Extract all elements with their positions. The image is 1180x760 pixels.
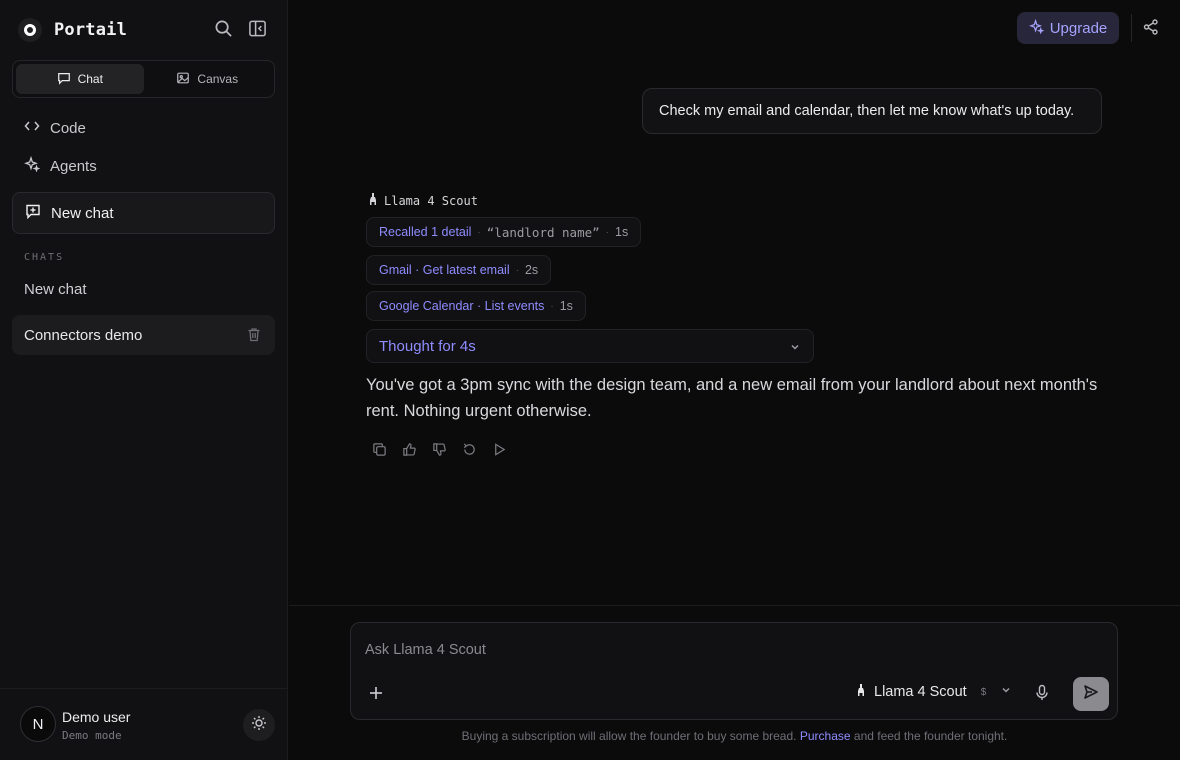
purchase-link[interactable]: Purchase — [800, 729, 851, 743]
mode-switch: Chat Canvas — [12, 60, 275, 98]
footer-note: Buying a subscription will allow the fou… — [289, 729, 1180, 743]
header-divider — [1131, 14, 1132, 42]
nav-agents-label: Agents — [50, 157, 97, 175]
send-icon — [1083, 684, 1099, 705]
tool-call-label: Recalled 1 detail — [379, 225, 472, 239]
chevron-down-icon — [789, 340, 801, 357]
assistant-model-name: Llama 4 Scout — [384, 193, 478, 208]
image-icon — [176, 71, 190, 88]
footer-text-before: Buying a subscription will allow the fou… — [461, 729, 797, 743]
separator-dot: · — [515, 264, 519, 276]
chat-title: Connectors demo — [24, 326, 143, 344]
sun-icon — [251, 715, 267, 736]
upgrade-label: Upgrade — [1049, 19, 1108, 37]
llama-icon — [368, 193, 378, 208]
copy-icon[interactable] — [370, 440, 388, 458]
sparkles-icon — [24, 155, 41, 176]
composer-divider — [289, 605, 1180, 606]
footer-text-after: and feed the founder tonight. — [853, 729, 1008, 743]
thought-label: Thought for 4s — [379, 337, 476, 355]
thumbs-down-icon[interactable] — [430, 440, 448, 458]
sidebar: Portail Chat Canvas Code Agents New chat… — [0, 0, 288, 760]
assistant-answer: You've got a 3pm sync with the design te… — [366, 376, 1098, 420]
nav-agents[interactable]: Agents — [12, 149, 275, 183]
user-profile[interactable]: N Demo user Demo mode — [0, 688, 288, 760]
new-chat-label: New chat — [51, 204, 114, 222]
message-input[interactable] — [365, 639, 1065, 661]
collapse-sidebar-icon[interactable] — [247, 18, 267, 38]
tab-canvas-label: Canvas — [197, 72, 239, 86]
app-name: Portail — [54, 20, 128, 40]
tool-call-memory[interactable]: Recalled 1 detail · “landlord name” · 1s — [366, 217, 642, 247]
microphone-icon[interactable] — [1034, 684, 1050, 707]
chat-list-item[interactable]: New chat — [12, 269, 275, 309]
brand[interactable]: Portail — [18, 16, 127, 44]
llama-icon — [856, 684, 866, 700]
thumbs-up-icon[interactable] — [400, 440, 418, 458]
model-selector[interactable]: Llama 4 Scout $ — [856, 684, 1012, 700]
search-icon[interactable] — [213, 18, 233, 38]
composer: Llama 4 Scout $ — [350, 622, 1118, 720]
theme-toggle-button[interactable] — [243, 709, 275, 741]
thought-disclosure[interactable]: Thought for 4s — [366, 329, 814, 363]
new-chat-button[interactable]: New chat — [12, 192, 275, 234]
nav-code-label: Code — [50, 119, 86, 137]
regenerate-icon[interactable] — [460, 440, 478, 458]
play-icon[interactable] — [490, 440, 508, 458]
sparkles-icon — [1028, 18, 1045, 38]
user-mode: Demo mode — [62, 729, 122, 742]
new-chat-icon — [25, 203, 41, 223]
chat-title: New chat — [24, 280, 87, 298]
plus-icon[interactable] — [367, 684, 385, 707]
separator-dot: · — [550, 300, 554, 312]
separator-dot: · — [477, 226, 481, 238]
assistant-model-tag: Llama 4 Scout — [368, 193, 478, 208]
send-button[interactable] — [1073, 677, 1109, 711]
user-name: Demo user — [62, 709, 131, 725]
chevron-down-icon — [1000, 684, 1012, 700]
price-marker: $ — [980, 686, 987, 698]
tool-call-duration: 1s — [559, 299, 573, 313]
tab-chat[interactable]: Chat — [16, 64, 144, 94]
separator-dot: · — [605, 226, 609, 238]
chats-section-label: CHATS — [24, 252, 65, 263]
tool-call-calendar[interactable]: Google Calendar · List events · 1s — [366, 291, 586, 321]
user-message-text: Check my email and calendar, then let me… — [659, 103, 1075, 119]
user-message: Check my email and calendar, then let me… — [642, 88, 1102, 134]
tool-call-label: Google Calendar · List events — [379, 299, 545, 313]
chat-list-item-selected[interactable]: Connectors demo — [12, 315, 275, 355]
tool-call-duration: 1s — [615, 225, 629, 239]
tab-canvas[interactable]: Canvas — [144, 64, 272, 94]
code-icon — [24, 118, 40, 138]
share-icon[interactable] — [1142, 18, 1160, 41]
tab-chat-label: Chat — [77, 72, 103, 86]
avatar: N — [20, 706, 56, 742]
portail-logo-icon — [18, 18, 42, 42]
tool-call-label: Gmail · Get latest email — [379, 263, 510, 277]
chat-bubble-icon — [57, 71, 71, 88]
message-actions — [370, 440, 508, 458]
trash-icon[interactable] — [247, 327, 261, 346]
model-selector-label: Llama 4 Scout — [874, 684, 967, 700]
nav-code[interactable]: Code — [12, 111, 275, 145]
tool-call-duration: 2s — [524, 263, 539, 277]
tool-call-detail: “landlord name” — [486, 224, 600, 240]
tool-call-gmail[interactable]: Gmail · Get latest email · 2s — [366, 255, 552, 285]
upgrade-button[interactable]: Upgrade — [1017, 12, 1119, 44]
